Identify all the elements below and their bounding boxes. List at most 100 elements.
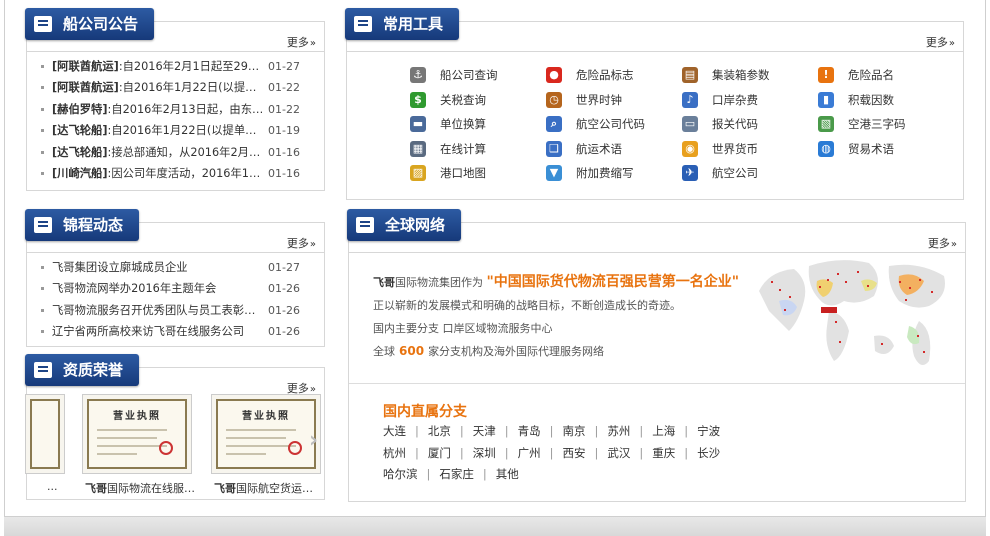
news-date: 01-27: [268, 261, 300, 274]
branch-link[interactable]: 天津: [473, 421, 496, 443]
branch-link[interactable]: 上海: [652, 421, 675, 443]
tool-link[interactable]: ▤ 集装箱参数: [682, 63, 818, 87]
honors-tab[interactable]: 资质荣誉: [25, 354, 140, 386]
network-panel: 全球网络 更多 飞哥国际物流集团作为 "中国国际货代物流百强民营第一名企业" 正…: [347, 209, 966, 502]
honor-card[interactable]: 营业执照: [211, 394, 321, 474]
tool-link[interactable]: ⚓ 船公司查询: [410, 63, 546, 87]
news-item[interactable]: 飞哥物流网举办2016年主题年会 01-26: [39, 278, 300, 299]
branch-link[interactable]: 苏州: [607, 421, 630, 443]
progress-tab[interactable]: 锦程动态: [25, 209, 140, 241]
tool-link[interactable]: ◍ 贸易术语: [818, 137, 954, 161]
branch-link[interactable]: 石家庄: [439, 464, 474, 486]
tool-link[interactable]: ▼ 附加费缩写: [546, 161, 682, 185]
network-more-link[interactable]: 更多: [928, 235, 957, 251]
branch-link[interactable]: 南京: [563, 421, 586, 443]
container-icon: ▤: [682, 67, 698, 83]
tool-label: 危险品标志: [576, 68, 634, 82]
tool-link[interactable]: ♪ 口岸杂费: [682, 88, 818, 112]
notice-item[interactable]: [达飞轮船]:自2016年1月22日(以提单日… 01-19: [39, 120, 300, 141]
tools-tab[interactable]: 常用工具: [345, 8, 460, 40]
tools-more-link[interactable]: 更多: [926, 34, 955, 50]
notice-title[interactable]: [阿联酋航运]:自2016年2月1日起至29日…: [52, 56, 264, 77]
branch-link[interactable]: 长沙: [697, 443, 720, 465]
tool-link[interactable]: ✈ 航空公司: [682, 161, 818, 185]
branch-link[interactable]: 其他: [496, 464, 519, 486]
branch-link[interactable]: 大连: [383, 421, 406, 443]
world-map: [759, 260, 945, 365]
progress-list: 飞哥集团设立廓城成员企业 01-27 飞哥物流网举办2016年主题年会 01-26 飞哥…: [39, 257, 300, 343]
tool-link[interactable]: ● 危险品标志: [546, 63, 682, 87]
branch-link[interactable]: 杭州: [383, 443, 406, 465]
news-title[interactable]: 飞哥集团设立廓城成员企业: [52, 257, 264, 278]
notice-title[interactable]: [达飞轮船]:自2016年1月22日(以提单日…: [52, 120, 264, 141]
tool-link[interactable]: ❑ 航运术语: [546, 137, 682, 161]
tool-link[interactable]: ▦ 在线计算: [410, 137, 546, 161]
tool-label: 空港三字码: [848, 117, 906, 131]
tool-link[interactable]: ▨ 港口地图: [410, 161, 546, 185]
honor-card-partial[interactable]: [25, 394, 65, 474]
notice-item[interactable]: [赫伯罗特]:自2016年2月13日起，由东北… 01-22: [39, 99, 300, 120]
news-title[interactable]: 飞哥物流服务召开优秀团队与员工表彰大会: [52, 300, 264, 321]
seal-icon: [288, 441, 302, 455]
branch-link[interactable]: 重庆: [652, 443, 675, 465]
news-title[interactable]: 飞哥物流网举办2016年主题年会: [52, 278, 264, 299]
tool-link[interactable]: ! 危险品名: [818, 63, 954, 87]
tool-link[interactable]: ▮ 积载因数: [818, 88, 954, 112]
network-tab[interactable]: 全球网络: [347, 209, 462, 241]
honor-card[interactable]: 营业执照: [82, 394, 192, 474]
branch-link[interactable]: 厦门: [428, 443, 451, 465]
tool-label: 口岸杂费: [712, 92, 758, 107]
tool-link[interactable]: ▬ 单位换算: [410, 112, 546, 136]
danger-light-icon: ●: [546, 67, 562, 83]
news-title[interactable]: 辽宁省两所高校来访飞哥在线服务公司: [52, 321, 264, 342]
bullet-icon: [41, 266, 44, 269]
tool-label: 集装箱参数: [712, 68, 770, 82]
network-panel-header: 全球网络 更多: [347, 209, 965, 253]
tool-link[interactable]: ◷ 世界时钟: [546, 88, 682, 112]
notice-title[interactable]: [阿联酋航运]:自2016年1月22日(以提单…: [52, 77, 264, 98]
notice-title[interactable]: [赫伯罗特]:自2016年2月13日起，由东北…: [52, 99, 264, 120]
bullet-icon: [41, 330, 44, 334]
branch-link[interactable]: 武汉: [607, 443, 630, 465]
tool-link[interactable]: ⌕ 航空公司代码: [546, 112, 682, 136]
bullet-icon: [41, 86, 44, 90]
bullet-icon: [41, 308, 44, 312]
progress-more-link[interactable]: 更多: [287, 235, 316, 251]
notices-more-link[interactable]: 更多: [287, 34, 316, 50]
tool-link[interactable]: ◉ 世界货币: [682, 137, 818, 161]
news-item[interactable]: 辽宁省两所高校来访飞哥在线服务公司 01-26: [39, 321, 300, 342]
honor-caption[interactable]: 飞哥国际物流在线服…: [85, 480, 203, 496]
notice-title[interactable]: [达飞轮船]:接总部通知，从2016年2月1…: [52, 142, 264, 163]
separator: |: [426, 467, 431, 481]
branch-link[interactable]: 青岛: [518, 421, 541, 443]
branch-link[interactable]: 哈尔滨: [383, 464, 418, 486]
branch-link[interactable]: 西安: [563, 443, 586, 465]
globe-icon: ◍: [818, 140, 834, 157]
news-item[interactable]: 飞哥集团设立廓城成员企业 01-27: [39, 257, 300, 278]
edit-icon: [354, 16, 372, 32]
separator: |: [459, 445, 464, 460]
tool-link[interactable]: ▭ 报关代码: [682, 112, 818, 136]
notice-item[interactable]: [川崎汽船]:因公司年度活动，2016年1月… 01-16: [39, 163, 300, 184]
branch-link[interactable]: 北京: [428, 421, 451, 443]
separator: |: [594, 424, 599, 438]
notices-tab[interactable]: 船公司公告: [25, 8, 155, 40]
separator: |: [639, 445, 644, 460]
notice-item[interactable]: [阿联酋航运]:自2016年2月1日起至29日… 01-27: [39, 56, 300, 77]
carousel-next-arrow[interactable]: ›: [309, 428, 318, 453]
tool-link[interactable]: $ 关税查询: [410, 88, 546, 112]
notice-title[interactable]: [川崎汽船]:因公司年度活动，2016年1月…: [52, 163, 264, 184]
branch-link[interactable]: 宁波: [697, 421, 720, 443]
tool-label: 船公司查询: [440, 68, 498, 82]
tools-panel-header: 常用工具 更多: [345, 8, 963, 52]
separator: |: [594, 445, 599, 460]
notice-item[interactable]: [阿联酋航运]:自2016年1月22日(以提单… 01-22: [39, 77, 300, 98]
tool-link[interactable]: ▧ 空港三字码: [818, 112, 954, 136]
notice-item[interactable]: [达飞轮船]:接总部通知，从2016年2月1… 01-16: [39, 142, 300, 163]
news-item[interactable]: 飞哥物流服务召开优秀团队与员工表彰大会 01-26: [39, 300, 300, 321]
separator: |: [504, 445, 509, 460]
honor-caption[interactable]: 飞哥国际航空货运服…: [214, 480, 320, 496]
notices-title: 船公司公告: [63, 15, 139, 33]
branch-link[interactable]: 广州: [518, 443, 541, 465]
branch-link[interactable]: 深圳: [473, 443, 496, 465]
